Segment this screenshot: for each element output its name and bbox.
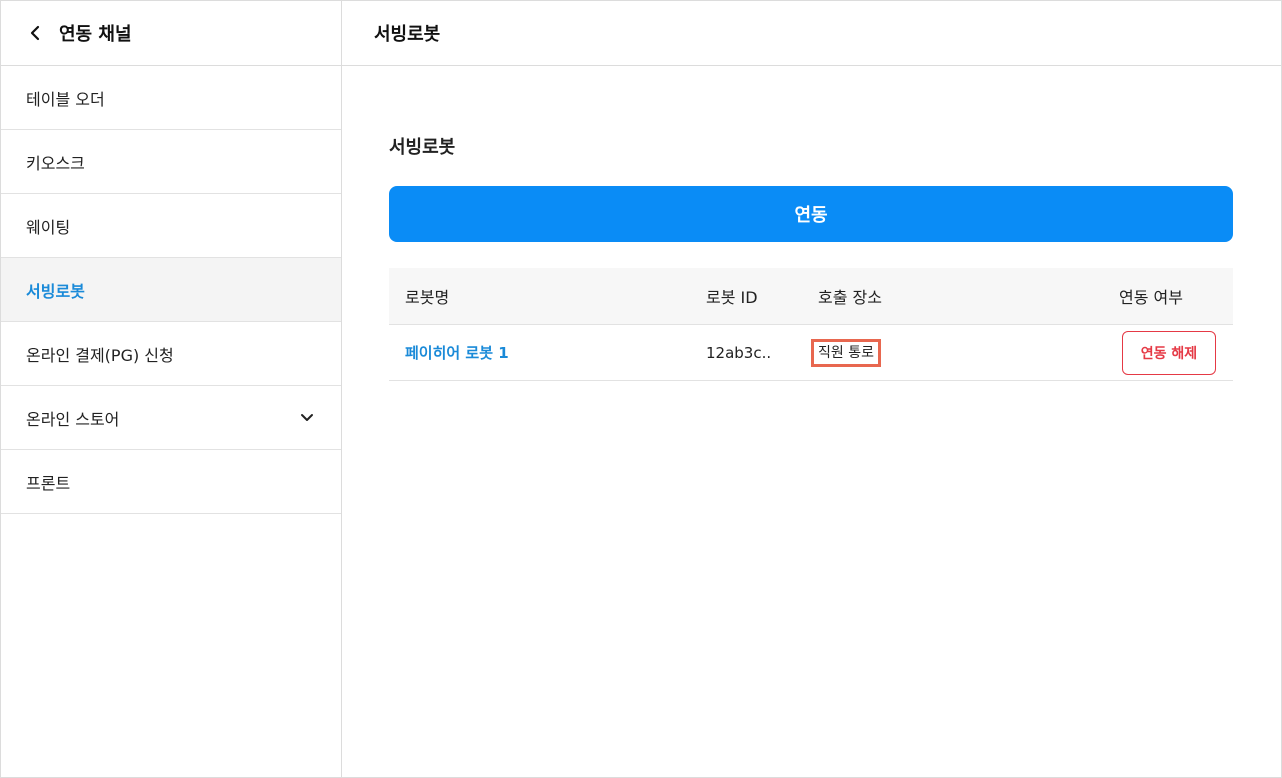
chevron-left-icon <box>30 25 40 41</box>
sidebar: 연동 채널 테이블 오더 키오스크 웨이팅 서빙로봇 온라인 결제(PG) 신청… <box>1 1 342 777</box>
sidebar-item-online-payment[interactable]: 온라인 결제(PG) 신청 <box>1 322 341 386</box>
robot-id: 12ab3c.. <box>706 343 772 362</box>
link-button[interactable]: 연동 <box>389 186 1233 242</box>
sidebar-item-label: 서빙로봇 <box>26 281 85 301</box>
unlink-button[interactable]: 연동 해제 <box>1122 331 1216 375</box>
back-button[interactable] <box>25 23 45 43</box>
column-header-call-place: 호출 장소 <box>818 288 882 307</box>
sidebar-header: 연동 채널 <box>1 1 341 66</box>
sidebar-item-label: 온라인 결제(PG) 신청 <box>26 345 174 365</box>
robot-table: 로봇명 로봇 ID 호출 장소 연동 여부 페이히어 로봇 1 12ab3c..… <box>389 268 1233 381</box>
main-panel: 서빙로봇 서빙로봇 연동 로봇명 로봇 ID 호출 장소 연동 여부 페이히어 … <box>342 1 1282 777</box>
section-title: 서빙로봇 <box>389 137 456 158</box>
chevron-down-icon[interactable] <box>299 410 315 426</box>
sidebar-item-online-store[interactable]: 온라인 스토어 <box>1 386 341 450</box>
main-header: 서빙로봇 <box>342 1 1282 66</box>
sidebar-item-label: 온라인 스토어 <box>26 409 120 429</box>
call-place-cell: 직원 통로 <box>811 325 881 380</box>
column-header-robot-id: 로봇 ID <box>706 288 758 307</box>
sidebar-item-kiosk[interactable]: 키오스크 <box>1 130 341 194</box>
robot-name-link[interactable]: 페이히어 로봇 1 <box>405 325 509 380</box>
sidebar-item-label: 테이블 오더 <box>26 89 105 109</box>
table-row: 페이히어 로봇 1 12ab3c.. 직원 통로 연동 해제 <box>389 325 1233 381</box>
table-header-row: 로봇명 로봇 ID 호출 장소 연동 여부 <box>389 268 1233 325</box>
sidebar-item-label: 웨이팅 <box>26 217 71 237</box>
sidebar-item-front[interactable]: 프론트 <box>1 450 341 514</box>
app-window: 연동 채널 테이블 오더 키오스크 웨이팅 서빙로봇 온라인 결제(PG) 신청… <box>0 0 1282 778</box>
call-place-value: 직원 통로 <box>811 338 881 367</box>
sidebar-item-table-order[interactable]: 테이블 오더 <box>1 66 341 130</box>
sidebar-title: 연동 채널 <box>59 24 132 45</box>
sidebar-item-serving-robot[interactable]: 서빙로봇 <box>1 258 341 322</box>
sidebar-item-waiting[interactable]: 웨이팅 <box>1 194 341 258</box>
sidebar-item-label: 키오스크 <box>26 153 85 173</box>
column-header-link-status: 연동 여부 <box>1119 288 1183 307</box>
sidebar-item-label: 프론트 <box>26 473 71 493</box>
column-header-robot-name: 로봇명 <box>405 288 450 307</box>
page-title: 서빙로봇 <box>374 24 441 45</box>
